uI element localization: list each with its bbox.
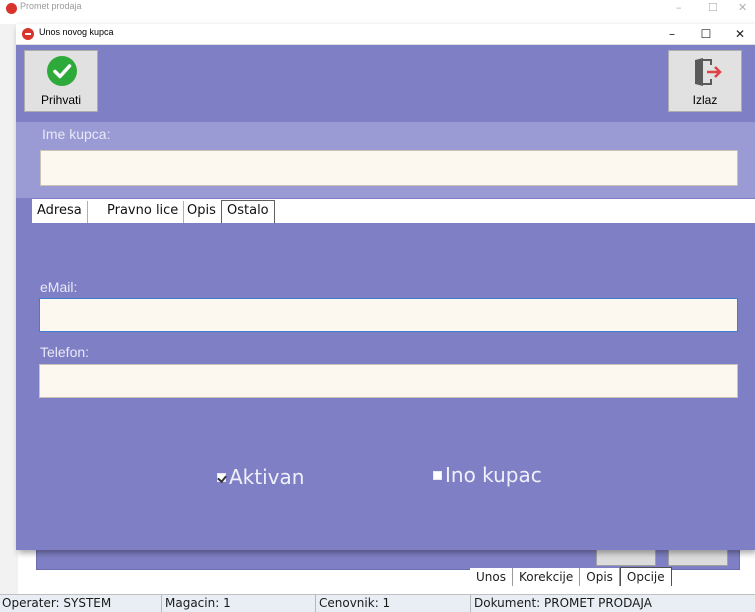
- exit-button-label: Izlaz: [692, 93, 718, 107]
- customer-name-label: Ime kupca:: [42, 126, 111, 142]
- email-input[interactable]: [39, 298, 738, 332]
- background-button-2[interactable]: [668, 548, 728, 566]
- exit-button[interactable]: Izlaz: [668, 50, 742, 112]
- accept-button-label: Prihvati: [40, 93, 81, 107]
- aktivan-checkbox-box[interactable]: [217, 472, 226, 482]
- status-operater: Operater: SYSTEM: [0, 595, 162, 612]
- status-dokument: Dokument: PROMET PRODAJA: [474, 596, 652, 610]
- status-bar: Operater: SYSTEM Magacin: 1 Cenovnik: 1 …: [0, 594, 755, 612]
- background-tab-opcije[interactable]: Opcije: [619, 567, 672, 586]
- ostalo-tab-panel: eMail: Telefon: Aktivan Ino kupac: [32, 223, 755, 544]
- status-magacin: Magacin: 1: [163, 595, 316, 612]
- telefon-input[interactable]: [39, 364, 738, 398]
- close-button[interactable]: ✕: [722, 24, 755, 45]
- maximize-button[interactable]: ☐: [688, 24, 724, 45]
- minimize-button[interactable]: –: [654, 24, 690, 45]
- exit-door-icon: [691, 56, 723, 88]
- app-icon: [22, 28, 34, 40]
- aktivan-label: Aktivan: [229, 465, 305, 489]
- app-icon: [6, 3, 17, 14]
- telefon-label: Telefon:: [40, 344, 90, 360]
- dialog-title: Unos novog kupca: [39, 27, 114, 37]
- customer-tabs: Adresa Pravno lice Opis Ostalo: [32, 199, 755, 223]
- dialog-titlebar: Unos novog kupca – ☐ ✕: [16, 24, 755, 45]
- check-circle-icon: [47, 56, 77, 86]
- email-label: eMail:: [40, 279, 78, 295]
- new-customer-dialog: Unos novog kupca – ☐ ✕ Prihvati Izlaz Im…: [16, 24, 755, 550]
- background-close-button[interactable]: ✕: [738, 1, 747, 14]
- ino-kupac-label: Ino kupac: [445, 463, 542, 487]
- background-button-1[interactable]: [596, 548, 656, 566]
- tab-ostalo[interactable]: Ostalo: [221, 200, 275, 223]
- tab-adresa[interactable]: Adresa: [32, 201, 88, 223]
- customer-name-section: Ime kupca:: [16, 122, 755, 198]
- ino-kupac-checkbox-box[interactable]: [433, 470, 442, 480]
- background-tabs: Unos Korekcije Opis Opcije: [470, 566, 672, 586]
- status-cenovnik: Cenovnik: 1: [317, 595, 471, 612]
- tab-pravno-lice[interactable]: Pravno lice: [102, 201, 185, 223]
- aktivan-checkbox[interactable]: Aktivan: [217, 465, 304, 489]
- accept-button[interactable]: Prihvati: [24, 50, 98, 112]
- background-tab-opis[interactable]: Opis: [580, 568, 620, 586]
- toolbar: Prihvati Izlaz: [16, 46, 755, 122]
- background-titlebar: Promet prodaja – ☐ ✕: [0, 0, 755, 24]
- background-tab-unos[interactable]: Unos: [470, 568, 513, 586]
- background-maximize-button[interactable]: ☐: [708, 1, 718, 14]
- background-window-title: Promet prodaja: [20, 1, 82, 11]
- background-tab-korekcije[interactable]: Korekcije: [512, 568, 581, 586]
- tab-opis[interactable]: Opis: [182, 201, 222, 223]
- ino-kupac-checkbox[interactable]: Ino kupac: [433, 463, 542, 487]
- background-minimize-button[interactable]: –: [676, 1, 682, 14]
- customer-name-input[interactable]: [40, 150, 738, 186]
